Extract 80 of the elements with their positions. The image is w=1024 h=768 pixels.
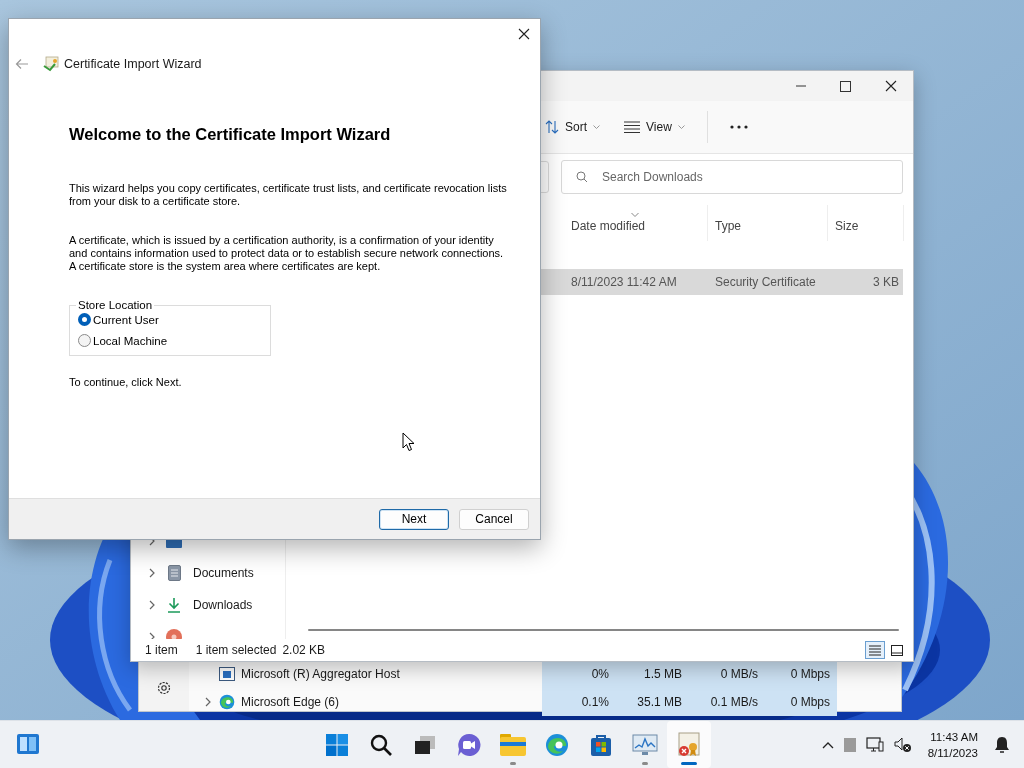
task-view-icon[interactable] (414, 734, 436, 755)
details-view-icon[interactable] (869, 644, 881, 656)
expand-chevron-icon[interactable] (149, 600, 155, 610)
table-cell: 0.1 MB/s (689, 688, 765, 716)
scrollbar[interactable] (308, 629, 899, 631)
table-cell-text: 8/11/2023 11:42 AM (570, 275, 678, 289)
table-cell: 0% (542, 660, 616, 688)
search-icon (576, 171, 588, 183)
expand-chevron-icon[interactable] (149, 632, 155, 639)
table-cell-text: 3 KB (872, 275, 900, 289)
process-name[interactable]: Microsoft (R) Aggregator Host (241, 667, 400, 681)
dropdown-caret-icon (593, 124, 600, 130)
close-icon[interactable] (884, 80, 897, 92)
sort-caret-icon (631, 211, 639, 219)
notification-bell-icon[interactable] (994, 735, 1010, 754)
cursor-icon (402, 432, 415, 452)
group-label: Store Location (77, 299, 154, 311)
chat-icon[interactable] (457, 732, 481, 757)
wizard-button[interactable]: Next (379, 508, 449, 530)
running-indicator (510, 762, 516, 765)
muted-speaker-icon[interactable] (893, 736, 912, 753)
minimize-icon[interactable] (795, 85, 806, 87)
status-text: 1 item selected (195, 643, 277, 657)
search-icon[interactable] (369, 732, 393, 757)
table-cell: 0.1% (542, 688, 616, 716)
start-icon[interactable] (325, 732, 349, 757)
column-header[interactable]: Type (708, 205, 828, 241)
preview-view-icon[interactable] (891, 644, 903, 656)
process-row[interactable]: Microsoft Edge (6) 0.1% 35.1 MB 0.1 MB/s 0 Mbps (189, 688, 901, 716)
column-header[interactable]: Date modified (564, 205, 708, 241)
expand-chevron-icon[interactable] (205, 697, 211, 707)
table-cell-text: Security Certificate (714, 275, 817, 289)
download-icon (167, 597, 181, 613)
monitor-chart-icon[interactable] (632, 733, 658, 756)
wizard-heading: Welcome to the Certificate Import Wizard (69, 125, 391, 144)
view-button[interactable]: View (616, 116, 693, 138)
sidebar-item[interactable]: Downloads (193, 598, 253, 612)
column-header[interactable]: Size (828, 205, 904, 241)
table-cell: 0 MB/s (689, 660, 765, 688)
radio-label[interactable]: Current User (93, 313, 159, 326)
status-text: 2.02 KB (282, 643, 326, 657)
sidebar-item[interactable]: Documents (193, 566, 254, 580)
maximize-icon[interactable] (840, 80, 851, 92)
table-cell: 1.5 MB (616, 660, 689, 688)
description-text: This wizard helps you copy certificates, certificate trust lists, and certificate revocation lists from your disk to a certificate store. (69, 182, 508, 208)
view-toggle[interactable] (865, 641, 885, 659)
store-icon[interactable] (590, 732, 612, 757)
more-icon[interactable] (729, 125, 748, 129)
table-cell: 0 Mbps (765, 688, 837, 716)
search-field[interactable]: Search Downloads (561, 160, 903, 194)
table-cell: 35.1 MB (616, 688, 689, 716)
expand-chevron-icon[interactable] (149, 568, 155, 578)
process-name[interactable]: Microsoft Edge (6) (241, 695, 340, 709)
sort-button[interactable]: Sort (537, 116, 608, 138)
chevron-up-icon[interactable] (821, 740, 834, 749)
network-icon[interactable] (865, 736, 884, 753)
wizard-button[interactable]: Cancel (459, 508, 529, 530)
certificate-icon[interactable] (676, 731, 702, 758)
browser-icon[interactable] (545, 732, 569, 757)
instruction-text: To continue, click Next. (69, 376, 183, 389)
status-text: 1 item (145, 643, 178, 657)
radio-label[interactable]: Local Machine (93, 334, 168, 347)
window-icon (219, 667, 235, 681)
radio-button[interactable] (78, 334, 91, 347)
widgets-icon[interactable] (16, 733, 40, 755)
radio-button[interactable] (78, 313, 91, 326)
running-indicator (642, 762, 648, 765)
wizard-title: Certificate Import Wizard (64, 57, 202, 71)
close-icon[interactable] (518, 28, 530, 40)
folder-icon[interactable] (500, 733, 526, 756)
settings-icon[interactable] (156, 679, 172, 696)
clock-date[interactable]: 8/11/2023 (927, 744, 978, 761)
list-icon (624, 121, 640, 133)
certificate-icon (43, 56, 59, 72)
sort-icon (545, 120, 559, 134)
clock-time[interactable]: 11:43 AM (930, 728, 978, 745)
running-indicator (681, 762, 697, 765)
dropdown-caret-icon (677, 124, 685, 130)
document-icon (167, 565, 181, 581)
table-cell: 0 Mbps (765, 660, 837, 688)
